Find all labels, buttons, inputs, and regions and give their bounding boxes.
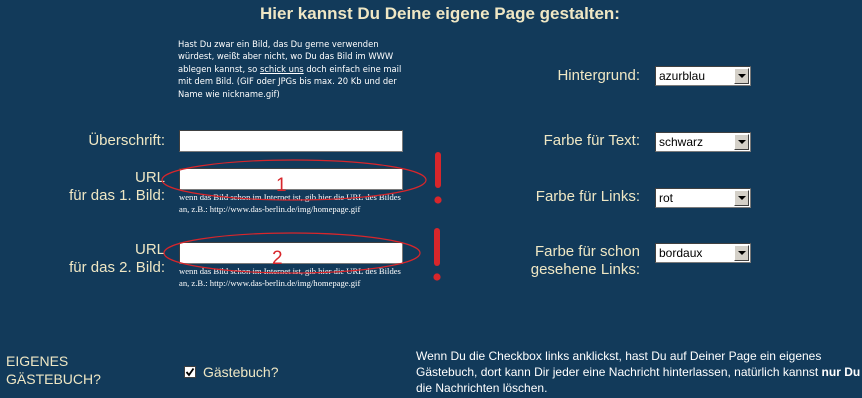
link-color-label: Farbe für Links: [535,188,640,205]
text-color-select[interactable]: schwarz [655,132,751,152]
guestbook-checkbox-label[interactable]: Gästebuch? [203,364,279,380]
headline-label: Überschrift: [88,132,165,149]
guestbook-desc-bold: nur Du [821,365,861,379]
background-select-value: azurblau [659,69,706,83]
url2-label: URL für das 2. Bild: [40,241,165,277]
url2-hint: wenn das Bild schon im Internet ist, gib… [179,266,401,288]
url1-label-line1: URL [134,169,165,186]
chevron-down-icon[interactable] [734,245,749,261]
text-color-select-value: schwarz [659,135,704,149]
url2-label-line1: URL [134,241,165,258]
url2-input[interactable] [179,242,403,264]
guestbook-label: EIGENES GÄSTEBUCH? [6,352,101,388]
visited-link-color-select[interactable]: bordaux [655,243,751,263]
checkmark-icon [185,367,195,377]
visited-link-color-select-value: bordaux [659,246,703,260]
exclamation-mark-1 [434,152,442,204]
url2-label-line2: für das 2. Bild: [69,259,165,276]
send-us-link[interactable]: schick uns [260,64,304,74]
guestbook-label-line1: EIGENES [6,353,69,369]
text-color-label: Farbe für Text: [543,132,640,149]
url1-input[interactable] [179,168,403,190]
guestbook-label-line2: GÄSTEBUCH? [6,371,101,387]
page-title: Hier kannst Du Deine eigene Page gestalt… [260,4,620,23]
guestbook-description: Wenn Du die Checkbox links anklickst, ha… [416,348,862,396]
visited-link-color-label: Farbe für schon gesehene Links: [460,243,640,279]
background-label: Hintergrund: [557,67,640,84]
headline-input[interactable] [179,130,403,152]
guestbook-checkbox[interactable] [184,366,196,378]
guestbook-desc-text-1: Wenn Du die Checkbox links anklickst, ha… [416,349,822,379]
chevron-down-icon[interactable] [734,134,749,150]
chevron-down-icon[interactable] [734,190,749,206]
url1-label: URL für das 1. Bild: [40,169,165,205]
visited-label-line2: gesehene Links: [530,261,640,278]
url1-hint: wenn das Bild schon im Internet ist, gib… [179,192,401,214]
exclamation-mark-2 [433,228,441,281]
link-color-select[interactable]: rot [655,188,751,208]
url1-label-line2: für das 1. Bild: [69,187,165,204]
background-select[interactable]: azurblau [655,66,751,86]
guestbook-desc-text-2: die Nachrichten löschen. [416,381,548,395]
chevron-down-icon[interactable] [734,68,749,84]
image-upload-hint: Hast Du zwar ein Bild, das Du gerne verw… [178,38,410,100]
link-color-select-value: rot [659,191,674,205]
visited-label-line1: Farbe für schon [534,243,640,260]
